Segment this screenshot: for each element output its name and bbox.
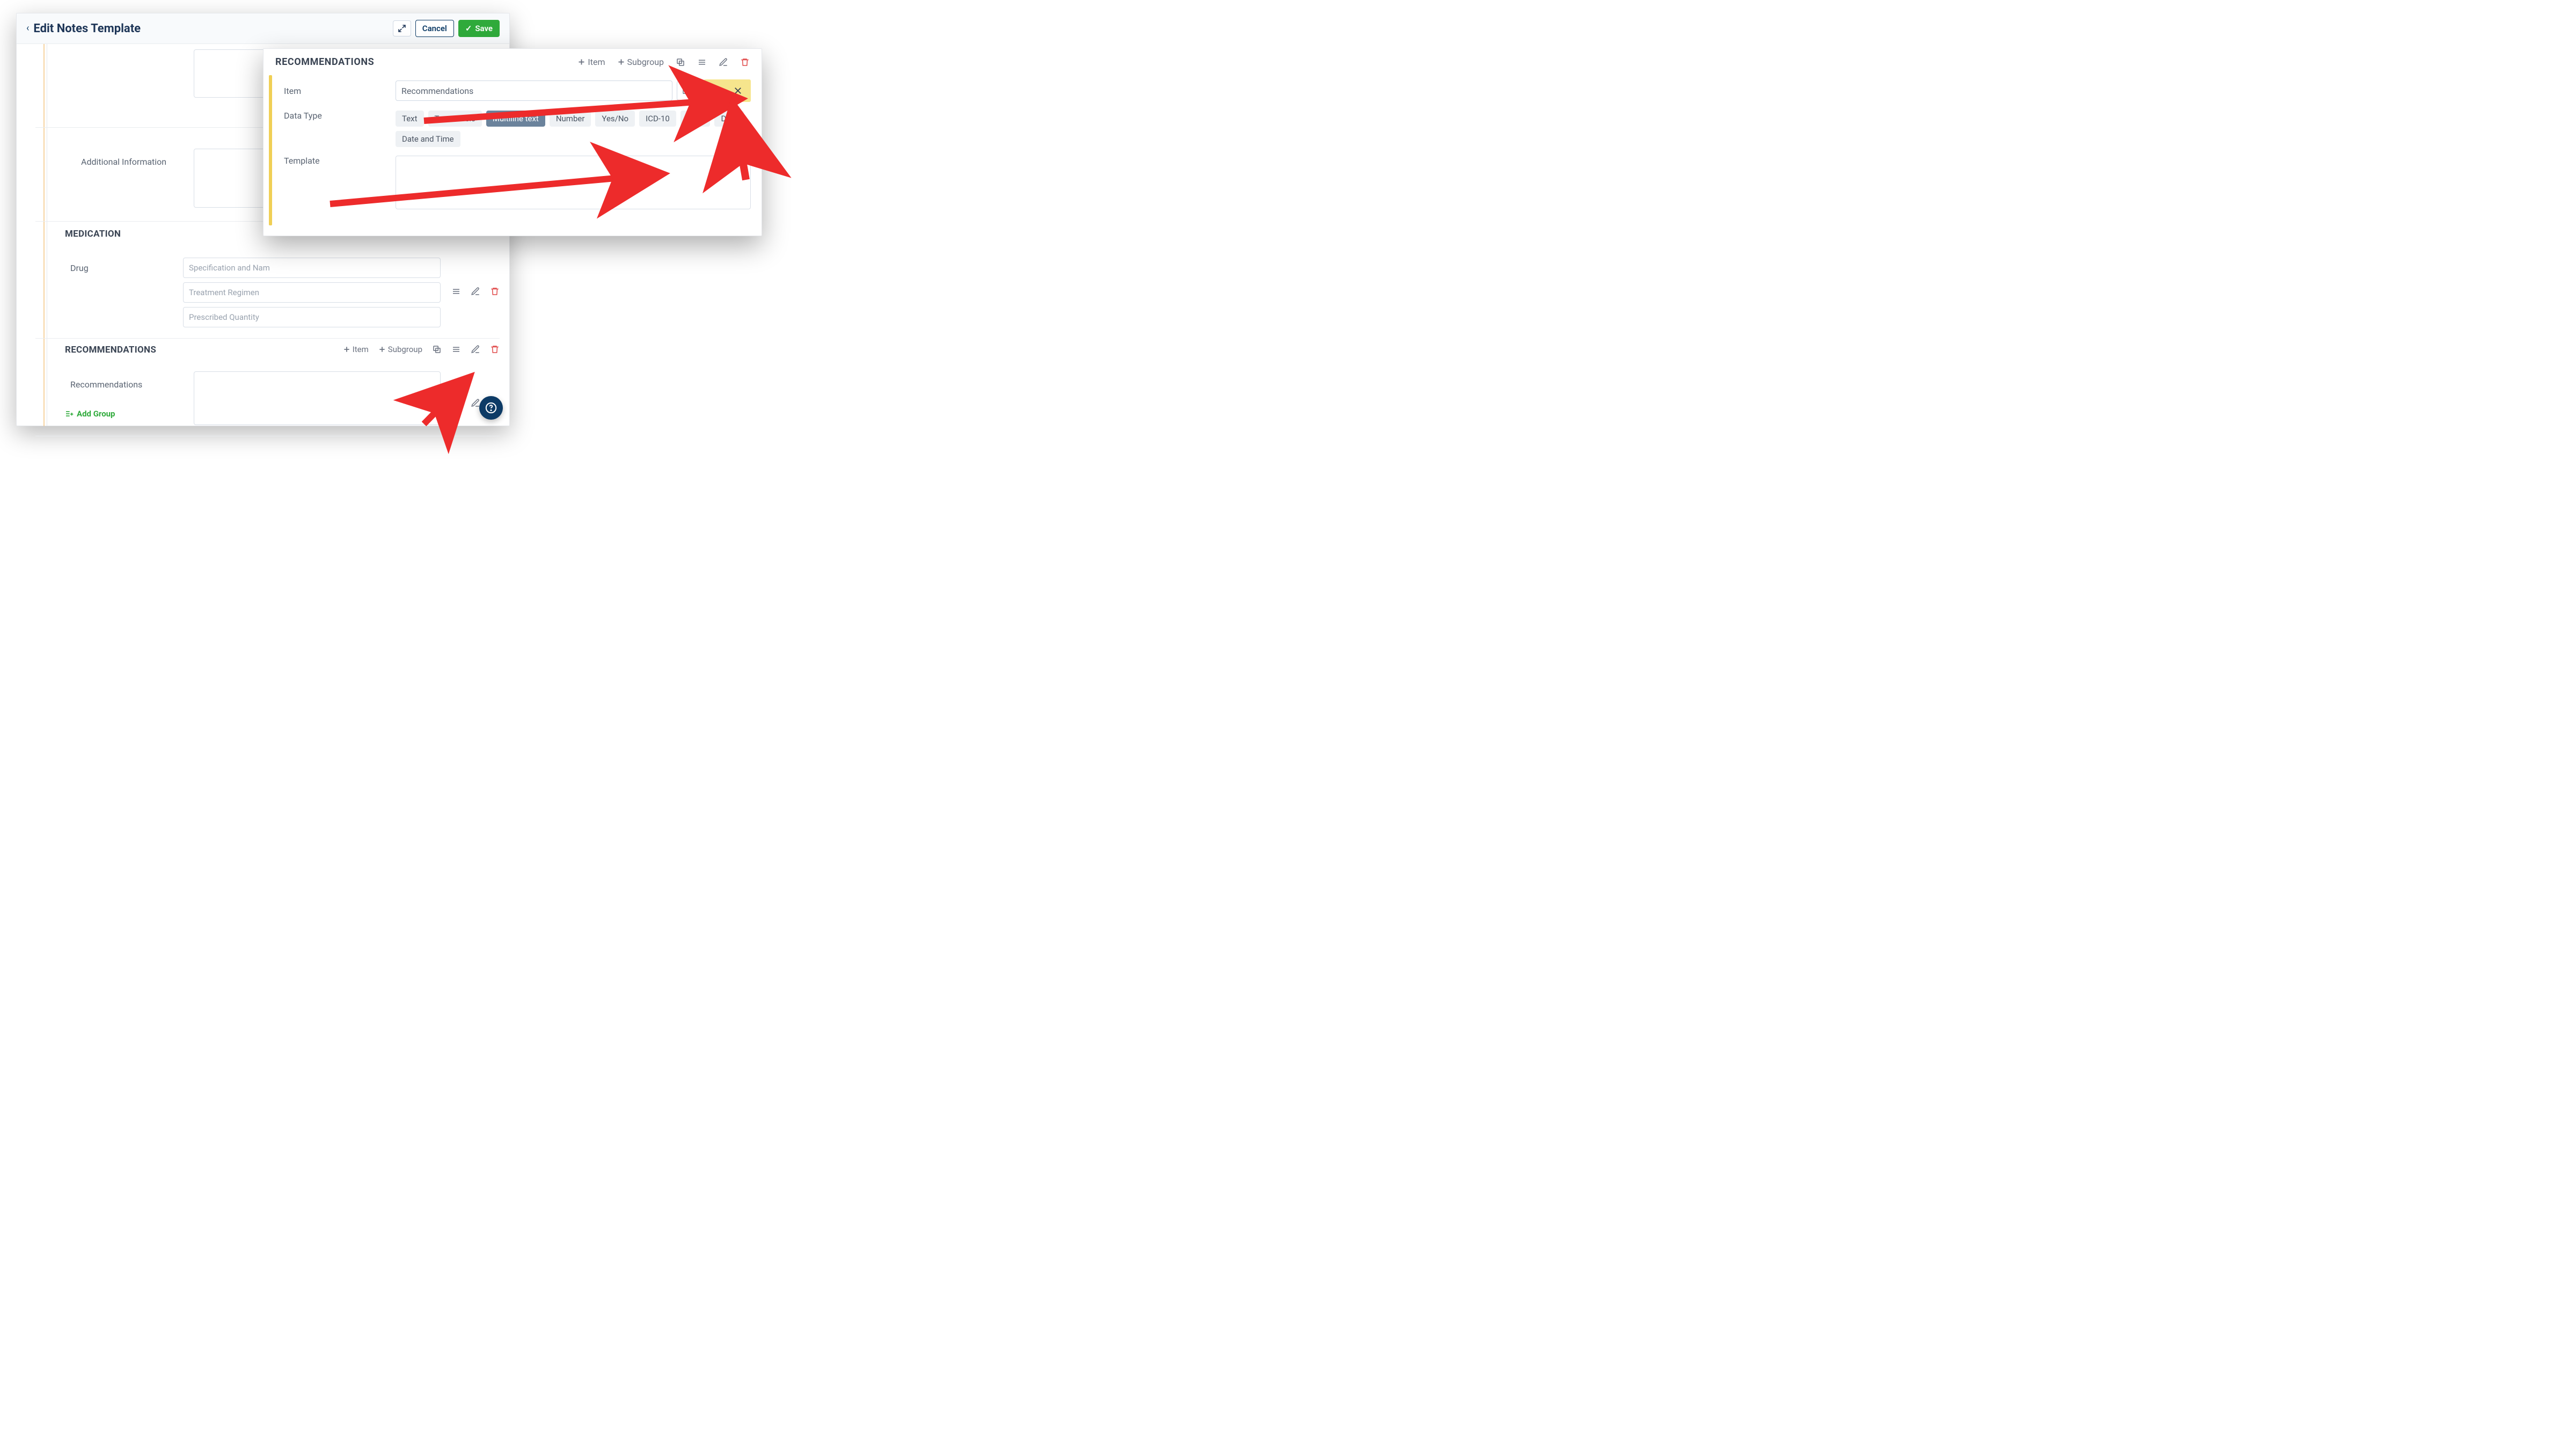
item-row: Item [273, 75, 762, 106]
delete-icon[interactable] [490, 345, 500, 354]
delete-icon[interactable] [490, 287, 500, 296]
cancel-button[interactable]: Cancel [415, 20, 454, 37]
recommendations-field-label: Recommendations [70, 379, 142, 390]
item-name-input[interactable] [396, 80, 672, 101]
template-label: Template [284, 156, 391, 166]
item-editor-panel: RECOMMENDATIONS Item Subgroup [263, 48, 762, 236]
datatype-row: Data Type Text Text Labels Multiline tex… [273, 106, 762, 151]
check-icon [711, 85, 722, 96]
drug-qty-placeholder: Prescribed Quantity [189, 312, 259, 322]
confirm-button[interactable] [706, 82, 727, 100]
cancel-item-button[interactable] [727, 82, 749, 100]
drug-qty-input[interactable]: Prescribed Quantity [183, 307, 441, 327]
chip-date[interactable]: Date [714, 111, 744, 127]
panel-toolbar: Item Subgroup [577, 57, 750, 67]
add-item-label: Item [353, 345, 369, 354]
panel-body: Item Data Type Text Text Labels Multilin… [264, 75, 762, 214]
plus-icon [577, 58, 586, 66]
add-group-label: Add Group [77, 409, 115, 419]
back-chevron-icon[interactable]: ‹ [26, 24, 29, 33]
expand-button[interactable] [393, 20, 411, 36]
chip-yesno[interactable]: Yes/No [595, 111, 635, 127]
chip-text[interactable]: Text [396, 111, 424, 127]
editor-header: ‹ Edit Notes Template Cancel ✓ Save [17, 13, 509, 44]
help-icon [485, 402, 497, 414]
add-item-button[interactable]: Item [343, 345, 369, 354]
list-plus-icon [65, 409, 74, 418]
cancel-label: Cancel [422, 24, 447, 33]
recommendations-section-title: RECOMMENDATIONS [65, 345, 156, 355]
delete-icon[interactable] [740, 57, 750, 67]
medication-section-title: MEDICATION [65, 229, 121, 239]
chip-datetime[interactable]: Date and Time [396, 131, 460, 147]
edit-icon[interactable] [719, 57, 728, 67]
drug-spec-placeholder: Specification and Nam [189, 263, 270, 273]
save-button[interactable]: ✓ Save [458, 20, 500, 37]
panel-strip [269, 75, 272, 225]
confirm-group [704, 79, 751, 102]
drag-icon[interactable] [697, 57, 707, 67]
columns-button[interactable] [677, 81, 696, 100]
recommendations-textarea[interactable] [194, 371, 441, 425]
panel-add-item-button[interactable]: Item [577, 57, 605, 67]
add-group-button[interactable]: Add Group [65, 409, 115, 419]
drag-icon[interactable] [451, 345, 461, 354]
copy-icon[interactable] [432, 345, 442, 354]
drug-label: Drug [70, 263, 89, 273]
plus-icon [378, 346, 386, 353]
recommendations-toolbar: Item Subgroup [343, 345, 500, 354]
drag-icon[interactable] [451, 398, 461, 408]
header-actions: Cancel ✓ Save [393, 20, 500, 37]
panel-subgroup-label: Subgroup [627, 57, 664, 67]
save-label: Save [475, 24, 493, 33]
datatype-label: Data Type [284, 111, 391, 121]
divider [35, 338, 500, 339]
chip-drug[interactable]: Drug [680, 111, 711, 127]
help-fab[interactable] [479, 396, 503, 420]
chip-text-labels[interactable]: Text Labels [428, 111, 482, 127]
template-textarea[interactable] [396, 156, 751, 209]
panel-item-label: Item [588, 57, 605, 67]
datatype-chips: Text Text Labels Multiline text Number Y… [396, 111, 751, 147]
chip-icd10[interactable]: ICD-10 [639, 111, 676, 127]
chip-multiline[interactable]: Multiline text [486, 111, 545, 127]
drug-regimen-input[interactable]: Treatment Regimen [183, 282, 441, 303]
template-row: Template [273, 151, 762, 214]
add-subgroup-button[interactable]: Subgroup [378, 345, 422, 354]
edit-icon[interactable] [471, 345, 480, 354]
plus-icon [343, 346, 350, 353]
drag-icon[interactable] [451, 287, 461, 296]
close-icon [733, 86, 743, 96]
drug-regimen-placeholder: Treatment Regimen [189, 288, 259, 297]
editor-title-wrap[interactable]: ‹ Edit Notes Template [26, 22, 141, 35]
panel-title: RECOMMENDATIONS [275, 56, 374, 68]
check-icon: ✓ [465, 24, 472, 33]
drug-spec-input[interactable]: Specification and Nam [183, 258, 441, 278]
chip-number[interactable]: Number [550, 111, 591, 127]
expand-icon [398, 24, 406, 33]
regimen-row-icons [451, 287, 500, 296]
plus-icon [617, 58, 625, 66]
item-field-label: Item [284, 86, 391, 96]
panel-add-subgroup-button[interactable]: Subgroup [617, 57, 664, 67]
panel-header: RECOMMENDATIONS Item Subgroup [264, 49, 762, 75]
additional-info-label: Additional Information [81, 157, 166, 167]
copy-icon[interactable] [676, 57, 685, 67]
add-subgroup-label: Subgroup [388, 345, 422, 354]
section-strip [43, 44, 45, 426]
page-title: Edit Notes Template [33, 22, 141, 35]
columns-icon [682, 86, 691, 95]
edit-icon[interactable] [471, 287, 480, 296]
